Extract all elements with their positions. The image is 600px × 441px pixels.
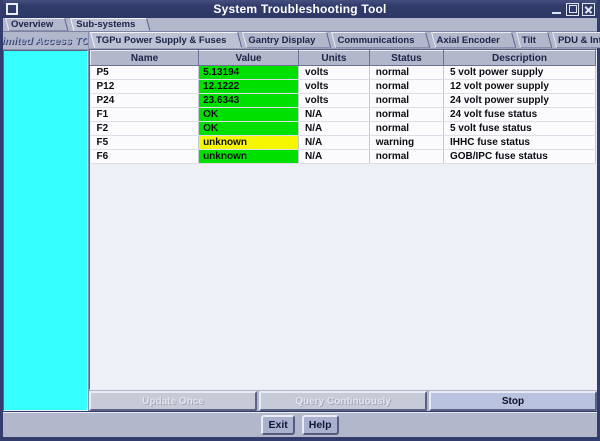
status-color-panel <box>3 50 88 411</box>
cell-name: F2 <box>91 122 199 136</box>
cell-value: unknown <box>199 150 299 164</box>
column-header-value: Value <box>199 51 299 66</box>
cell-units: N/A <box>299 108 370 122</box>
main-tab-bar: Overview Sub-systems <box>3 18 597 32</box>
query-action-row: Update Once Query Continuously Stop <box>89 390 597 411</box>
left-panel: Limited Access TCP <box>3 32 89 411</box>
subsystem-tab[interactable]: Axial Encoder <box>431 32 512 48</box>
cell-description: 24 volt fuse status <box>443 108 595 122</box>
query-continuously-button[interactable]: Query Continuously <box>259 391 427 411</box>
table-row[interactable]: F5 unknown N/A warning IHHC fuse status <box>91 136 596 150</box>
cell-name: P12 <box>91 80 199 94</box>
cell-value: 5.13194 <box>199 66 299 80</box>
cell-status: warning <box>369 136 443 150</box>
help-button[interactable]: Help <box>302 415 339 435</box>
table-row[interactable]: P12 12.1222 volts normal 12 volt power s… <box>91 80 596 94</box>
column-header-name: Name <box>91 51 199 66</box>
cell-units: volts <box>299 66 370 80</box>
subsystem-tab[interactable]: Tilt <box>516 32 548 48</box>
cell-description: 5 volt fuse status <box>443 122 595 136</box>
main-tab[interactable]: Overview <box>5 18 65 31</box>
subsystem-tab[interactable]: TGPu Power Supply & Fuses <box>90 32 238 48</box>
subsystem-tab[interactable]: Communications <box>331 32 426 48</box>
minimize-icon[interactable] <box>550 3 563 16</box>
main-tab[interactable]: Sub-systems <box>70 18 147 31</box>
table-row[interactable]: P24 23.6343 volts normal 24 volt power s… <box>91 94 596 108</box>
cell-name: P24 <box>91 94 199 108</box>
subsystem-tab[interactable]: Gantry Display <box>242 32 327 48</box>
limited-access-label: Limited Access TCP <box>3 32 88 50</box>
stop-button[interactable]: Stop <box>429 391 597 411</box>
column-header-status: Status <box>369 51 443 66</box>
cell-units: N/A <box>299 136 370 150</box>
cell-description: 5 volt power supply <box>443 66 595 80</box>
cell-status: normal <box>369 94 443 108</box>
cell-value: OK <box>199 108 299 122</box>
titlebar: System Troubleshooting Tool <box>3 0 597 18</box>
cell-name: F1 <box>91 108 199 122</box>
subsystem-panel: TGPu Power Supply & Fuses Gantry Display… <box>89 32 597 411</box>
column-header-units: Units <box>299 51 370 66</box>
cell-status: normal <box>369 80 443 94</box>
cell-units: N/A <box>299 122 370 136</box>
cell-description: IHHC fuse status <box>443 136 595 150</box>
cell-units: N/A <box>299 150 370 164</box>
cell-name: F6 <box>91 150 199 164</box>
cell-value: 12.1222 <box>199 80 299 94</box>
window-title: System Troubleshooting Tool <box>3 2 597 16</box>
subsystem-tab[interactable]: PDU & Interlocks <box>552 32 600 48</box>
readings-table: Name Value Units Status Description P5 5… <box>90 50 596 164</box>
table-row[interactable]: F6 unknown N/A normal GOB/IPC fuse statu… <box>91 150 596 164</box>
cell-description: GOB/IPC fuse status <box>443 150 595 164</box>
table-row[interactable]: P5 5.13194 volts normal 5 volt power sup… <box>91 66 596 80</box>
cell-description: 24 volt power supply <box>443 94 595 108</box>
cell-name: P5 <box>91 66 199 80</box>
cell-name: F5 <box>91 136 199 150</box>
cell-description: 12 volt power supply <box>443 80 595 94</box>
cell-status: normal <box>369 122 443 136</box>
cell-status: normal <box>369 66 443 80</box>
cell-value: unknown <box>199 136 299 150</box>
cell-status: normal <box>369 150 443 164</box>
exit-button[interactable]: Exit <box>261 415 294 435</box>
window-controls <box>550 3 597 16</box>
table-row[interactable]: F1 OK N/A normal 24 volt fuse status <box>91 108 596 122</box>
update-once-button[interactable]: Update Once <box>89 391 257 411</box>
content-area: Limited Access TCP TGPu Power Supply & F… <box>3 32 597 411</box>
maximize-icon[interactable] <box>566 3 579 16</box>
system-troubleshooting-window: System Troubleshooting Tool Overview Sub… <box>0 0 600 441</box>
column-header-description: Description <box>443 51 595 66</box>
footer-bar: Exit Help <box>3 412 597 437</box>
subsystem-tab-bar: TGPu Power Supply & Fuses Gantry Display… <box>89 32 597 49</box>
cell-value: OK <box>199 122 299 136</box>
close-icon[interactable] <box>582 3 595 16</box>
cell-value: 23.6343 <box>199 94 299 108</box>
cell-units: volts <box>299 94 370 108</box>
table-header-row: Name Value Units Status Description <box>91 51 596 66</box>
cell-status: normal <box>369 108 443 122</box>
readings-table-container: Name Value Units Status Description P5 5… <box>89 49 597 390</box>
table-row[interactable]: F2 OK N/A normal 5 volt fuse status <box>91 122 596 136</box>
cell-units: volts <box>299 80 370 94</box>
